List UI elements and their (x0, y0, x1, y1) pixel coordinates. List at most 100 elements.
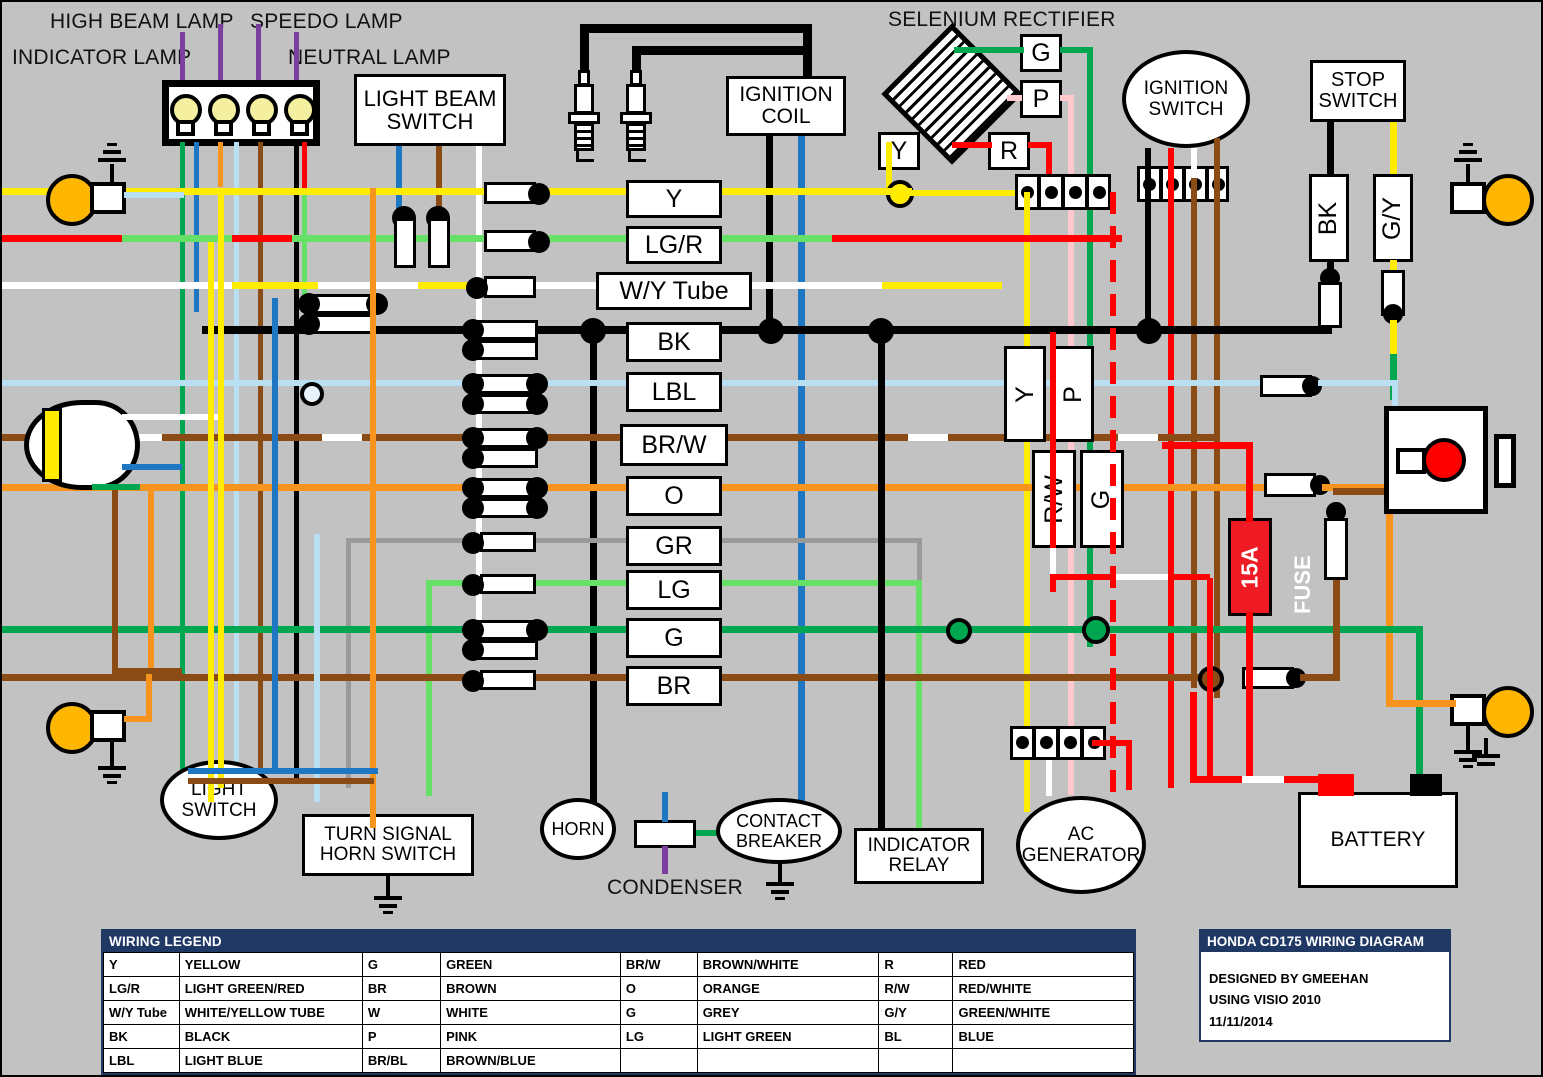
wire-bulb2-orange-up (146, 670, 152, 722)
bulb-base-3 (252, 120, 271, 136)
pin-dot (1093, 186, 1106, 199)
connector-vert-a[interactable] (394, 218, 416, 268)
wire-lightblue-vert (314, 534, 320, 802)
bus-lgr-green-a (122, 235, 232, 242)
wire-blue-vert (272, 298, 278, 768)
connector-br[interactable] (480, 670, 536, 690)
wire-stop-yellow (1390, 122, 1397, 174)
tag-mid-g: G (1080, 450, 1124, 548)
ignition-coil-label: IGNITION COIL (739, 84, 832, 128)
tag-wire-y: Y (626, 180, 722, 218)
stop-switch[interactable]: STOP SWITCH (1310, 60, 1406, 122)
label-high-beam-lamp: HIGH BEAM LAMP (50, 10, 234, 34)
legend-meaning: WHITE (441, 1001, 621, 1025)
label-speedo-lamp: SPEEDO LAMP (250, 10, 403, 34)
legend-code (879, 1049, 953, 1073)
bus-lgr-red-b (232, 235, 292, 242)
junction-dot (462, 373, 484, 395)
indicator-relay[interactable]: INDICATOR RELAY (854, 828, 984, 884)
label-condenser: CONDENSER (607, 876, 743, 900)
indicator-relay-label: INDICATOR RELAY (868, 836, 971, 876)
connector-gr[interactable] (480, 532, 536, 552)
tag-wire-gr: GR (626, 526, 722, 566)
bulb-holder-4 (1450, 694, 1486, 726)
legend-code: G/Y (879, 1001, 953, 1025)
connector-vert-b[interactable] (428, 218, 450, 268)
title-block-date: 11/11/2014 (1209, 1011, 1441, 1032)
wire-ac-white-down (1046, 760, 1052, 796)
horn[interactable]: HORN (540, 798, 616, 860)
wire-stop-black (1327, 122, 1334, 174)
battery-positive-terminal (1318, 774, 1354, 796)
legend-meaning: BROWN/WHITE (697, 953, 879, 977)
bus-lg-right (722, 580, 922, 586)
wire-fuse-to-battery-w (1242, 776, 1284, 783)
legend-code: W (362, 1001, 440, 1025)
tail-light-bulb (1422, 438, 1466, 482)
legend-code: BR (362, 977, 440, 1001)
junction-green-1 (946, 618, 972, 644)
connector-wytube[interactable] (484, 276, 536, 298)
legend-row: LG/RLIGHT GREEN/REDBRBROWNOORANGER/WRED/… (104, 977, 1134, 1001)
legend-code: O (620, 977, 697, 1001)
ac-generator[interactable]: AC GENERATOR (1016, 796, 1146, 894)
legend-code: LG/R (104, 977, 180, 1001)
ac-generator-label: AC GENERATOR (1022, 824, 1141, 867)
wiring-legend: WIRING LEGEND YYELLOWGGREENBR/WBROWN/WHI… (101, 929, 1136, 1075)
connector-rect-div3 (1085, 174, 1089, 210)
battery[interactable]: BATTERY (1298, 792, 1458, 888)
connector-stop-bk[interactable] (1318, 282, 1342, 328)
connector-lg[interactable] (480, 574, 536, 594)
bus-yellow-right (722, 188, 912, 195)
wire-grey-down-left (346, 538, 351, 788)
bus-brw-w-c (908, 434, 948, 441)
connector-brown-vert[interactable] (1324, 518, 1348, 580)
legend-meaning: BLUE (953, 1025, 1134, 1049)
connector-rect-div2 (1061, 174, 1065, 210)
wire-ht-to-coil (803, 24, 812, 78)
bus-lgr-red-c (832, 235, 1122, 242)
wire-rect-pink (1007, 95, 1022, 101)
ignition-switch[interactable]: IGNITION SWITCH (1122, 50, 1250, 148)
wire-bulb1-lightblue (124, 192, 184, 198)
junction-dot (528, 183, 550, 205)
legend-row: YYELLOWGGREENBR/WBROWN/WHITERRED (104, 953, 1134, 977)
ignition-coil[interactable]: IGNITION COIL (726, 76, 846, 136)
legend-meaning: WHITE/YELLOW TUBE (179, 1001, 362, 1025)
tag-stop-gy: G/Y (1373, 174, 1413, 262)
connector-orange[interactable] (1264, 473, 1316, 497)
junction-dot (466, 277, 488, 299)
wire-orange-from-highbeam (218, 142, 223, 187)
legend-meaning: LIGHT GREEN (697, 1025, 879, 1049)
wire-red-from-neutral (302, 142, 307, 192)
bulb-base-4 (290, 120, 309, 136)
wire-yellow-left-vert-2 (208, 242, 214, 802)
legend-meaning: PINK (441, 1025, 621, 1049)
connector-ign-div3 (1205, 166, 1209, 202)
wire-orange-vert-mid (370, 188, 376, 828)
wire-ht-lead-top (580, 24, 812, 33)
legend-meaning (953, 1049, 1134, 1073)
bulb-base-2 (214, 120, 233, 136)
turn-signal-bulb-rear-right (1482, 686, 1534, 738)
bus-lgr-red-a (2, 235, 122, 242)
wire-red-vert-batt (1190, 692, 1197, 782)
junction-dot (462, 319, 484, 341)
turn-signal-horn-switch[interactable]: TURN SIGNAL HORN SWITCH (302, 814, 474, 876)
contact-breaker[interactable]: CONTACT BREAKER (716, 798, 842, 864)
connector-ac-div3 (1080, 726, 1084, 760)
bulb-holder-1 (90, 182, 126, 214)
wire-ign-black (1145, 148, 1151, 338)
connector-mid-b[interactable] (314, 314, 376, 334)
bus-lightblue-right (722, 380, 1262, 386)
junction-dot (526, 373, 548, 395)
fuse-word-label: FUSE (1290, 555, 1316, 614)
headlight-filament (42, 408, 62, 482)
wire-ht-lead-1 (580, 24, 589, 74)
wire-rw-white-h (1112, 574, 1168, 580)
light-beam-switch[interactable]: LIGHT BEAM SWITCH (354, 74, 506, 146)
legend-meaning: LIGHT BLUE (179, 1049, 362, 1073)
bus-wy-white-b (318, 282, 418, 289)
wire-red-dashed-vertical (1110, 192, 1116, 792)
legend-code: BL (879, 1025, 953, 1049)
